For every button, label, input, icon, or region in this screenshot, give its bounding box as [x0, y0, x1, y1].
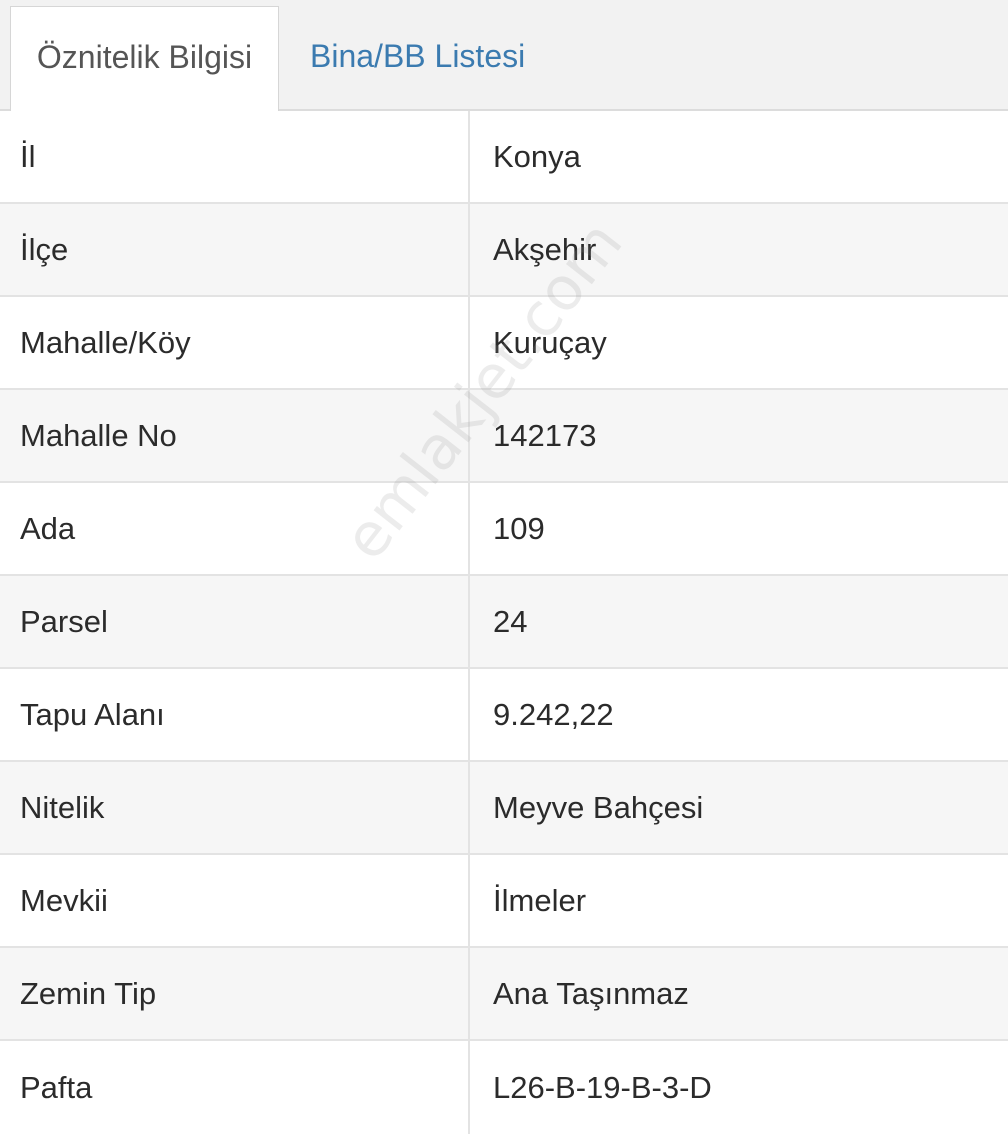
- table-row-parsel: Parsel 24: [0, 576, 1008, 669]
- table-row-zemin-tip: Zemin Tip Ana Taşınmaz: [0, 948, 1008, 1041]
- row-label: Nitelik: [0, 762, 470, 853]
- row-value: İlmeler: [493, 882, 587, 918]
- row-label: Mahalle No: [0, 390, 470, 481]
- attribute-table: İl Konya İlçe Akşehir Mahalle/Köy Kuruça…: [0, 111, 1008, 1135]
- row-label: Ada: [0, 483, 470, 574]
- property-info-panel: Öznitelik Bilgisi Bina/BB Listesi İl Kon…: [0, 0, 1008, 1135]
- table-row-ada: Ada 109: [0, 483, 1008, 576]
- tab-label: Öznitelik Bilgisi: [36, 38, 253, 75]
- tab-bar: Öznitelik Bilgisi Bina/BB Listesi: [0, 0, 1008, 111]
- row-label: Mahalle/Köy: [0, 297, 470, 388]
- row-label: Pafta: [0, 1041, 470, 1134]
- row-value: Konya: [493, 138, 581, 174]
- table-row-pafta: Pafta L26-B-19-B-3-D: [0, 1041, 1008, 1134]
- tab-bina-bb-listesi[interactable]: Bina/BB Listesi: [310, 6, 525, 111]
- row-value: Kuruçay: [493, 324, 607, 360]
- table-row-tapu-alani: Tapu Alanı 9.242,22: [0, 669, 1008, 762]
- row-label: İl: [0, 111, 470, 202]
- tab-oznitelik-bilgisi[interactable]: Öznitelik Bilgisi: [10, 6, 279, 111]
- row-value: Meyve Bahçesi: [493, 789, 704, 825]
- table-row-mahalle-no: Mahalle No 142173: [0, 390, 1008, 483]
- row-value: 142173: [493, 417, 597, 453]
- table-row-mahalle-koy: Mahalle/Köy Kuruçay: [0, 297, 1008, 390]
- row-value: 24: [493, 603, 528, 639]
- row-value: 109: [493, 510, 545, 546]
- table-row-mevkii: Mevkii İlmeler: [0, 855, 1008, 948]
- tab-label: Bina/BB Listesi: [310, 38, 526, 74]
- row-label: Mevkii: [0, 855, 470, 946]
- row-value: L26-B-19-B-3-D: [493, 1069, 712, 1105]
- table-row-ilce: İlçe Akşehir: [0, 204, 1008, 297]
- row-label: Tapu Alanı: [0, 669, 470, 760]
- row-value: Akşehir: [493, 231, 597, 267]
- row-label: İlçe: [0, 204, 470, 295]
- row-value: Ana Taşınmaz: [493, 975, 689, 1011]
- row-value: 9.242,22: [493, 696, 614, 732]
- table-row-il: İl Konya: [0, 111, 1008, 204]
- row-label: Parsel: [0, 576, 470, 667]
- table-row-nitelik: Nitelik Meyve Bahçesi: [0, 762, 1008, 855]
- row-label: Zemin Tip: [0, 948, 470, 1039]
